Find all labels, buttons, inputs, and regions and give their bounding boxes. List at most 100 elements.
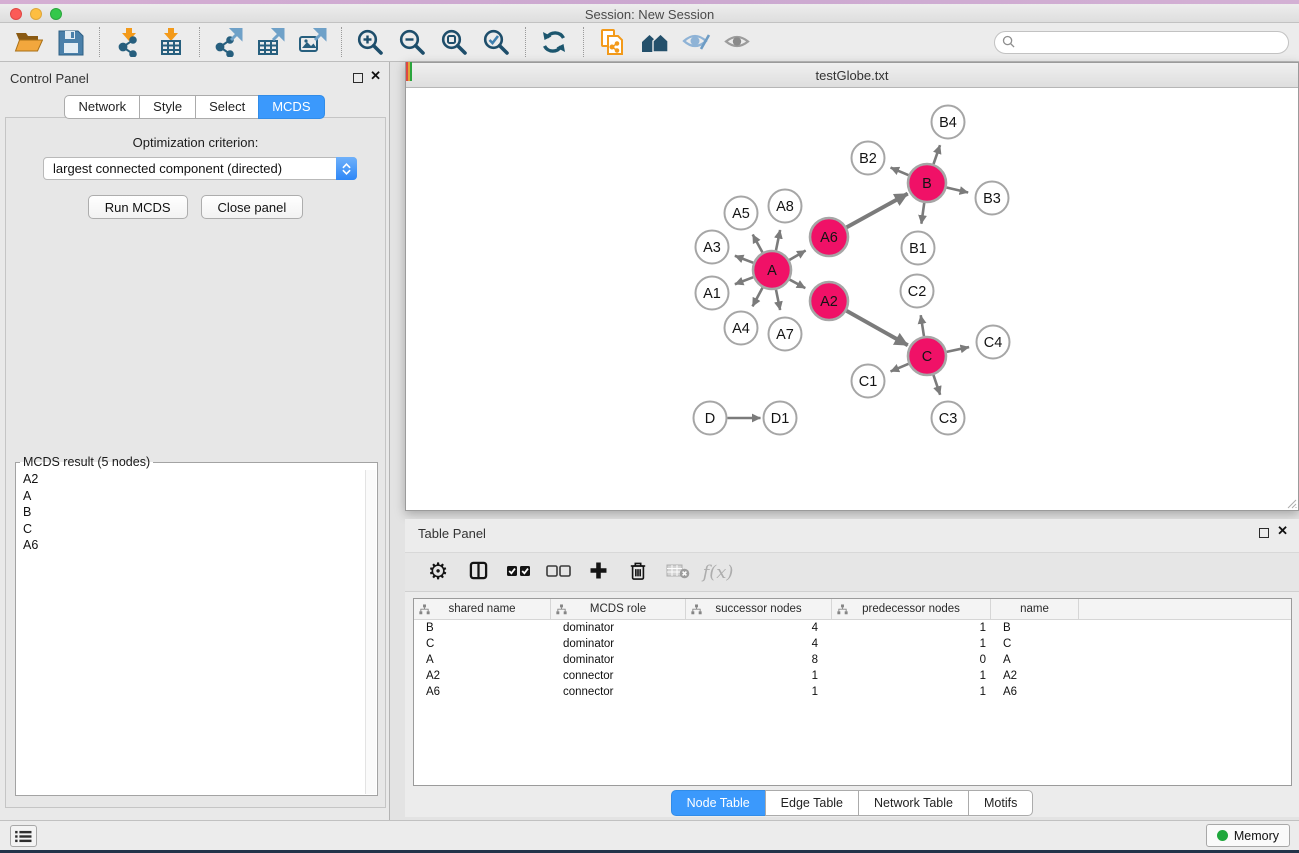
export-image-button[interactable]	[294, 25, 330, 59]
table-float-panel-icon[interactable]	[1259, 528, 1269, 538]
show-graphics-details-button[interactable]	[720, 25, 756, 59]
edge-C-C1[interactable]	[891, 364, 909, 372]
select-all-button[interactable]	[503, 557, 533, 587]
search-input[interactable]	[994, 31, 1289, 54]
mcds-result-item[interactable]: B	[16, 504, 365, 521]
graph-node-C4[interactable]: C4	[977, 326, 1010, 359]
tab-mcds[interactable]: MCDS	[258, 95, 324, 119]
graph-node-A8[interactable]: A8	[769, 190, 802, 223]
tab-motifs[interactable]: Motifs	[968, 790, 1033, 816]
table-row[interactable]: A6connector11A6	[414, 684, 1291, 700]
close-panel-button[interactable]: Close panel	[201, 195, 304, 219]
add-column-button[interactable]	[583, 557, 613, 587]
export-table-button[interactable]	[252, 25, 288, 59]
run-mcds-button[interactable]: Run MCDS	[88, 195, 188, 219]
edge-A-A1[interactable]	[735, 277, 753, 284]
tab-node-table[interactable]: Node Table	[671, 790, 765, 816]
column-header-MCDS-role[interactable]: MCDS role	[551, 599, 686, 619]
edge-A-A5[interactable]	[753, 235, 763, 253]
tab-network-table[interactable]: Network Table	[858, 790, 968, 816]
graph-node-B4[interactable]: B4	[932, 106, 965, 139]
edge-A-A2[interactable]	[790, 280, 806, 289]
column-view-button[interactable]	[463, 557, 493, 587]
edge-B-B4[interactable]	[934, 145, 941, 164]
edge-C-C4[interactable]	[947, 347, 969, 352]
mcds-result-item[interactable]: A	[16, 488, 365, 505]
zoom-fit-button[interactable]	[436, 25, 472, 59]
graph-node-A3[interactable]: A3	[696, 231, 729, 264]
column-header-successor-nodes[interactable]: successor nodes	[686, 599, 832, 619]
hide-graphics-details-button[interactable]	[678, 25, 714, 59]
edge-A-A3[interactable]	[735, 256, 753, 263]
edge-B-B2[interactable]	[891, 168, 909, 176]
refresh-button[interactable]	[536, 25, 572, 59]
clone-network-button[interactable]	[594, 25, 630, 59]
delete-column-button[interactable]	[623, 557, 653, 587]
edge-A-A6[interactable]	[789, 251, 805, 260]
network-graph-canvas[interactable]: B4 B2 B B3 A8 A5 A6 A3 B1 A A1 C2 A2 A4 A7 C4 C C1 D D1 C3	[406, 89, 1298, 510]
tab-select[interactable]: Select	[195, 95, 258, 119]
edge-C-C3[interactable]	[933, 375, 940, 395]
graph-node-C2[interactable]: C2	[901, 275, 934, 308]
table-close-panel-icon[interactable]: ✕	[1277, 523, 1288, 539]
table-cell: C	[414, 638, 551, 650]
zoom-in-button[interactable]	[352, 25, 388, 59]
graph-node-B1[interactable]: B1	[902, 232, 935, 265]
edge-A-A7[interactable]	[776, 290, 780, 310]
table-row[interactable]: A2connector11A2	[414, 668, 1291, 684]
table-panel-tabs: Node TableEdge TableNetwork TableMotifs	[405, 790, 1299, 816]
column-header-name[interactable]: name	[991, 599, 1079, 619]
graph-node-A[interactable]: A	[753, 251, 791, 289]
export-network-button[interactable]	[210, 25, 246, 59]
graph-node-B[interactable]: B	[908, 164, 946, 202]
zoom-out-button[interactable]	[394, 25, 430, 59]
edge-A6-B[interactable]	[847, 194, 908, 228]
graph-node-A4[interactable]: A4	[725, 312, 758, 345]
tab-edge-table[interactable]: Edge Table	[765, 790, 858, 816]
column-header-shared-name[interactable]: shared name	[414, 599, 551, 619]
resize-grip-icon[interactable]	[1285, 497, 1297, 509]
table-row[interactable]: Cdominator41C	[414, 636, 1291, 652]
task-history-button[interactable]	[10, 825, 37, 847]
graph-node-A5[interactable]: A5	[725, 197, 758, 230]
edge-A2-C[interactable]	[846, 311, 907, 345]
graph-node-A2[interactable]: A2	[810, 282, 848, 320]
float-panel-icon[interactable]	[353, 73, 363, 83]
memory-button[interactable]: Memory	[1206, 824, 1290, 847]
graph-node-A1[interactable]: A1	[696, 277, 729, 310]
table-row[interactable]: Bdominator41B	[414, 620, 1291, 636]
tab-style[interactable]: Style	[139, 95, 195, 119]
graph-node-C3[interactable]: C3	[932, 402, 965, 435]
graph-node-A7[interactable]: A7	[769, 318, 802, 351]
import-network-button[interactable]	[110, 25, 146, 59]
edge-C-C2[interactable]	[921, 315, 924, 336]
save-button[interactable]	[52, 25, 88, 59]
mcds-result-item[interactable]: C	[16, 521, 365, 538]
edge-A-A4[interactable]	[753, 288, 763, 307]
open-button[interactable]	[10, 25, 46, 59]
graph-node-B2[interactable]: B2	[852, 142, 885, 175]
mcds-result-item[interactable]: A2	[16, 471, 365, 488]
edge-B-B1[interactable]	[921, 203, 924, 224]
result-list-scrollbar[interactable]	[365, 470, 376, 794]
graph-node-D1[interactable]: D1	[764, 402, 797, 435]
graph-node-A6[interactable]: A6	[810, 218, 848, 256]
graph-node-D[interactable]: D	[694, 402, 727, 435]
settings-button[interactable]: ⚙	[423, 557, 453, 587]
home-button[interactable]	[636, 25, 672, 59]
zoom-selected-button[interactable]	[478, 25, 514, 59]
import-table-button[interactable]	[152, 25, 188, 59]
tab-network[interactable]: Network	[64, 95, 139, 119]
graph-node-C[interactable]: C	[908, 337, 946, 375]
graph-node-B3[interactable]: B3	[976, 182, 1009, 215]
table-row[interactable]: Adominator80A	[414, 652, 1291, 668]
column-header-predecessor-nodes[interactable]: predecessor nodes	[832, 599, 991, 619]
dropdown-stepper-icon	[336, 157, 357, 180]
mcds-result-item[interactable]: A6	[16, 537, 365, 554]
close-panel-icon[interactable]: ✕	[370, 68, 381, 84]
deselect-all-button[interactable]	[543, 557, 573, 587]
graph-node-C1[interactable]: C1	[852, 365, 885, 398]
criterion-dropdown[interactable]: largest connected component (directed)	[43, 157, 357, 180]
edge-B-B3[interactable]	[946, 187, 968, 192]
edge-A-A8[interactable]	[776, 230, 780, 250]
